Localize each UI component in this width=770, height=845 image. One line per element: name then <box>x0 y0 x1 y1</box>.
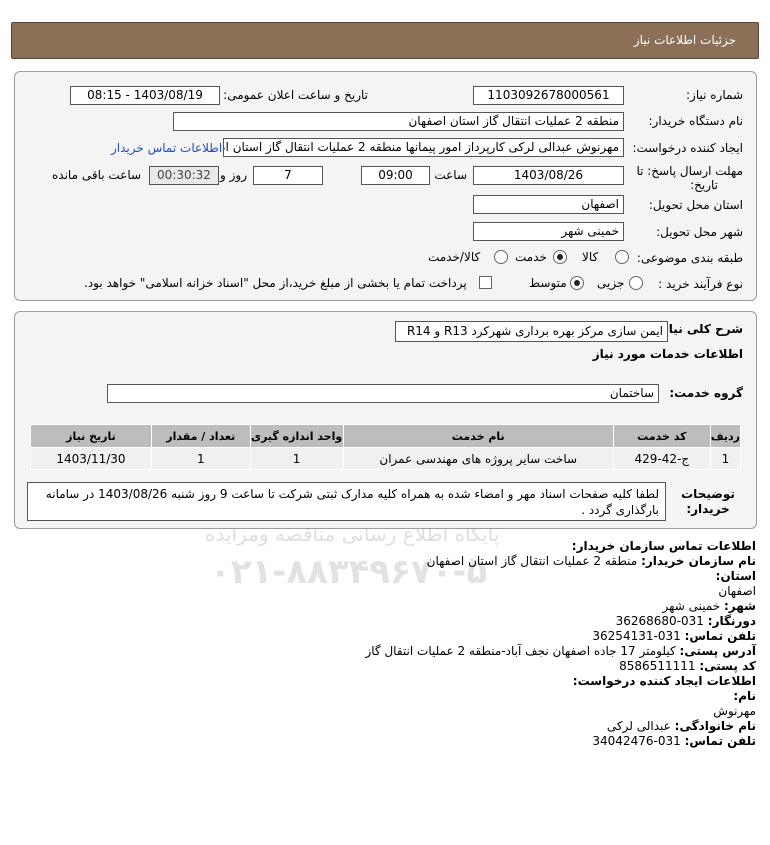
contact-city-value: خمینی شهر <box>662 599 721 613</box>
col-quantity: تعداد / مقدار <box>150 424 251 448</box>
col-unit: واحد اندازه گیری <box>249 424 344 448</box>
remaining-label: ساعت باقی مانده <box>52 168 142 182</box>
table-header-row: ردیف کد خدمت نام خدمت واحد اندازه گیری ت… <box>30 424 742 448</box>
org-value: منطقه 2 عملیات انتقال گاز استان اصفهان <box>426 554 638 568</box>
services-heading: اطلاعات خدمات مورد نیاز <box>592 347 743 361</box>
table-row: 1 ج-42-429 ساخت سایر پروژه های مهندسی عم… <box>30 447 742 470</box>
city-field[interactable]: خمینی شهر <box>473 222 624 241</box>
city-label: شهر محل تحویل: <box>656 225 743 239</box>
col-need-date: تاریخ نیاز <box>30 424 152 448</box>
cell-unit: 1 <box>249 447 344 470</box>
page-title: جزئیات اطلاعات نیاز <box>633 33 736 47</box>
family-label: نام خانوادگی: <box>674 719 756 733</box>
col-service-code: کد خدمت <box>612 424 711 448</box>
page-header: جزئیات اطلاعات نیاز <box>11 22 759 59</box>
fax-label: دورنگار: <box>707 614 756 628</box>
deadline-label-2: تاریخ: <box>690 178 718 192</box>
address-value: کیلومتر 17 جاده اصفهان نجف آباد-منطقه 2 … <box>365 644 676 658</box>
contact-info: اطلاعات تماس سازمان خریدار: نام سازمان خ… <box>16 539 756 749</box>
days-label: روز و <box>220 168 247 182</box>
cell-need-date: 1403/11/30 <box>30 447 152 470</box>
days-field[interactable]: 7 <box>253 166 323 185</box>
category-radio-goods-service[interactable] <box>494 250 508 264</box>
creator-phone-value: 031-34042476 <box>592 734 681 748</box>
province-field[interactable]: اصفهان <box>473 195 624 214</box>
contact-heading: اطلاعات تماس سازمان خریدار: <box>571 539 756 553</box>
category-label: طبقه بندی موضوعی: <box>636 251 743 265</box>
remaining-time-field: 00:30:32 <box>149 166 219 185</box>
service-group-field[interactable]: ساختمان <box>107 384 659 403</box>
creator-field[interactable]: مهرنوش عبدالی لرکی کارپرداز امور پیمانها… <box>223 138 624 157</box>
time-label: ساعت <box>434 168 467 182</box>
description-field[interactable]: ایمن سازی مرکز بهره برداری شهرکرد R13 و … <box>395 321 668 342</box>
col-service-name: نام خدمت <box>342 424 614 448</box>
name-value: مهرنوش <box>713 704 756 718</box>
category-radio-service[interactable] <box>553 250 567 264</box>
deadline-date-field[interactable]: 1403/08/26 <box>473 166 624 185</box>
description-label: شرح کلی نیاز: <box>657 322 743 336</box>
treasury-payment-text: پرداخت تمام یا بخشی از مبلغ خرید،از محل … <box>84 276 467 290</box>
deadline-label: مهلت ارسال پاسخ: تا <box>636 164 743 178</box>
announce-label: تاریخ و ساعت اعلان عمومی: <box>223 88 368 102</box>
creator-phone-label: تلفن تماس: <box>684 734 756 748</box>
province-label: استان محل تحویل: <box>648 198 743 212</box>
process-radio-minor[interactable] <box>629 276 643 290</box>
contact-province-label: استان: <box>715 569 756 583</box>
process-option-medium: متوسط <box>529 276 567 290</box>
deadline-time-field[interactable]: 09:00 <box>361 166 430 185</box>
buyer-notes-label: توضیحات خریدار: <box>681 487 735 516</box>
phone-value: 031-36254131 <box>592 629 681 643</box>
process-radio-medium[interactable] <box>570 276 584 290</box>
phone-label: تلفن تماس: <box>684 629 756 643</box>
category-radio-goods[interactable] <box>615 250 629 264</box>
creator-label: ایجاد کننده درخواست: <box>632 141 743 155</box>
buyer-field[interactable]: منطقه 2 عملیات انتقال گاز استان اصفهان <box>173 112 624 131</box>
creator-heading: اطلاعات ایجاد کننده درخواست: <box>572 674 756 688</box>
services-table: ردیف کد خدمت نام خدمت واحد اندازه گیری ت… <box>30 424 742 470</box>
buyer-contact-link[interactable]: اطلاعات تماس خریدار <box>111 141 222 155</box>
address-label: آدرس پستی: <box>679 644 756 658</box>
process-option-minor: جزیی <box>597 276 625 290</box>
org-label: نام سازمان خریدار: <box>641 554 756 568</box>
buyer-notes-field: لطفا کلیه صفحات اسناد مهر و امضاء شده به… <box>27 482 666 521</box>
need-number-field[interactable]: 1103092678000561 <box>473 86 624 105</box>
category-option-goods-service: کالا/خدمت <box>428 250 481 264</box>
contact-province-value: اصفهان <box>718 584 756 598</box>
need-number-label: شماره نیاز: <box>686 88 743 102</box>
postal-label: کد پستی: <box>699 659 756 673</box>
postal-value: 8586511111 <box>619 659 696 673</box>
buyer-label: نام دستگاه خریدار: <box>648 114 744 128</box>
col-row: ردیف <box>709 424 742 448</box>
service-group-label: گروه خدمت: <box>669 386 743 400</box>
fax-value: 031-36268680 <box>615 614 704 628</box>
category-option-service: خدمت <box>515 250 547 264</box>
name-label: نام: <box>733 689 756 703</box>
cell-service-code: ج-42-429 <box>612 447 711 470</box>
cell-row: 1 <box>709 447 742 470</box>
contact-city-label: شهر: <box>724 599 756 613</box>
cell-quantity: 1 <box>150 447 251 470</box>
treasury-payment-checkbox[interactable] <box>479 276 492 289</box>
cell-service-name: ساخت سایر پروژه های مهندسی عمران <box>342 447 614 470</box>
announce-field[interactable]: 1403/08/19 - 08:15 <box>70 86 220 105</box>
process-label: نوع فرآیند خرید : <box>658 277 743 291</box>
family-value: عبدالی لرکی <box>606 719 671 733</box>
category-option-goods: کالا <box>582 250 599 264</box>
need-info-panel <box>14 71 757 301</box>
